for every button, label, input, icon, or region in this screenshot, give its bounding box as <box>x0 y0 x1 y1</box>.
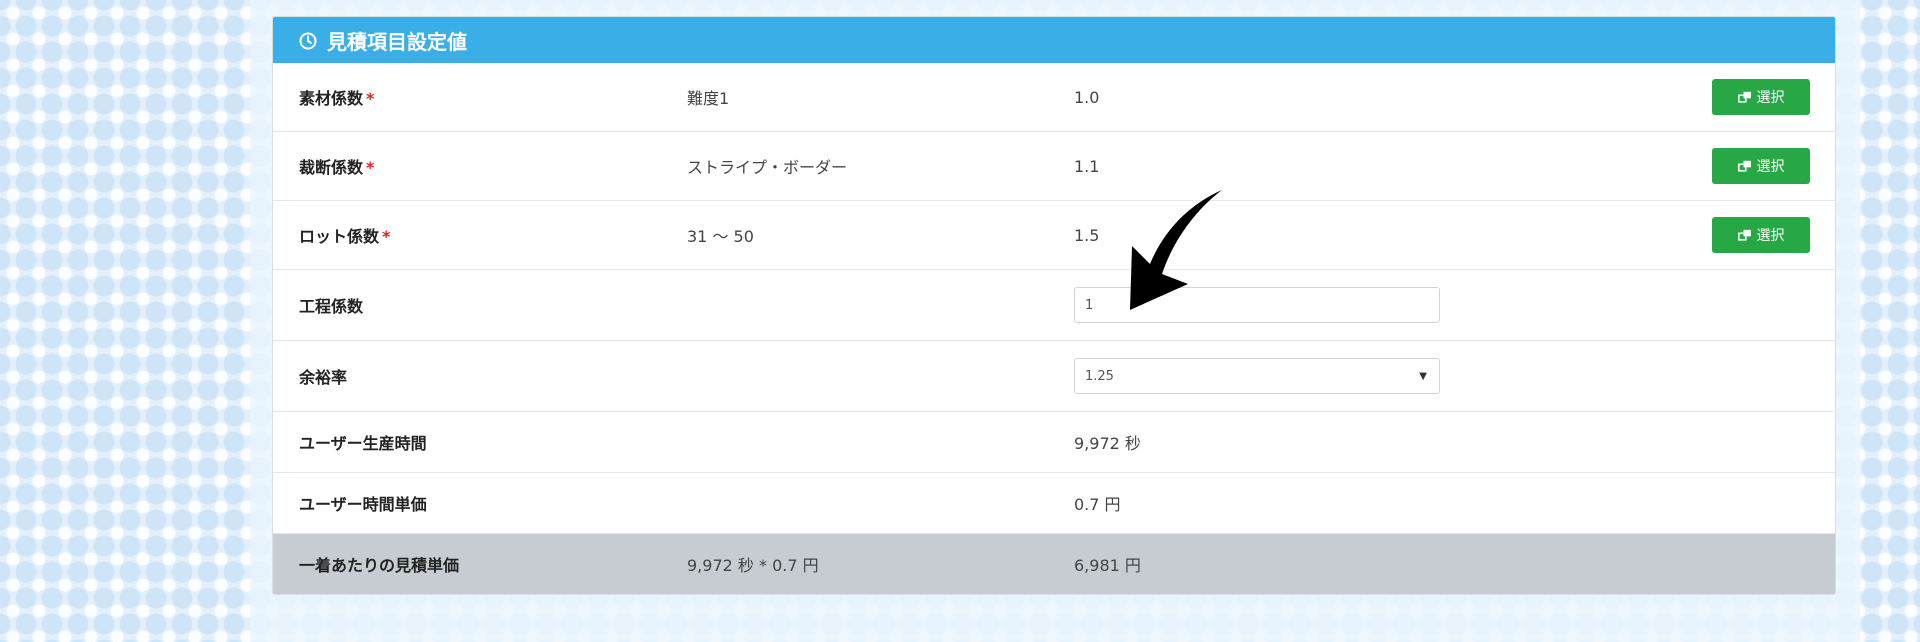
row-label: ロット係数 * <box>299 227 391 246</box>
required-mark: * <box>382 227 391 246</box>
select-lot-button[interactable]: 選択 <box>1712 217 1810 253</box>
row-label: ユーザー時間単価 <box>299 495 427 514</box>
row-description: 9,972 秒 * 0.7 円 <box>687 556 819 575</box>
row-label: 裁断係数 * <box>299 158 375 177</box>
row-cutting-coefficient: 裁断係数 * ストライプ・ボーダー 1.1 選択 <box>273 132 1835 201</box>
row-label: 素材係数 * <box>299 89 375 108</box>
panel-title: 見積項目設定値 <box>327 29 467 54</box>
row-value: 1.0 <box>1074 87 1100 107</box>
windows-icon <box>1737 160 1751 172</box>
row-description: ストライプ・ボーダー <box>687 158 848 177</box>
required-mark: * <box>366 89 375 108</box>
row-material-coefficient: 素材係数 * 難度1 1.0 選択 <box>273 63 1835 132</box>
row-description: 31 ～ 50 <box>687 227 754 246</box>
clock-icon <box>299 31 317 50</box>
row-lot-coefficient: ロット係数 * 31 ～ 50 1.5 選択 <box>273 201 1835 270</box>
row-value: 6,981 円 <box>1074 556 1141 575</box>
panel-header: 見積項目設定値 <box>273 17 1835 63</box>
row-value: 0.7 円 <box>1074 495 1121 514</box>
row-label: 工程係数 <box>299 297 364 316</box>
row-label: ユーザー生産時間 <box>299 434 427 453</box>
annotation-arrow-icon <box>1130 190 1222 310</box>
estimate-settings-panel: 見積項目設定値 素材係数 * 難度1 1.0 選択 裁断係数 * ストライプ・ボーダ… <box>272 16 1836 595</box>
windows-icon <box>1737 229 1751 241</box>
row-process-coefficient: 工程係数 <box>273 270 1835 341</box>
row-unit-estimate-total: 一着あたりの見積単価 9,972 秒 * 0.7 円 6,981 円 <box>273 534 1835 594</box>
row-description: 難度1 <box>687 89 730 108</box>
row-value: 9,972 秒 <box>1074 434 1141 453</box>
row-value: 1.5 <box>1074 225 1100 245</box>
row-user-production-time: ユーザー生産時間 9,972 秒 <box>273 412 1835 473</box>
row-label: 余裕率 <box>299 368 348 387</box>
caret-down-icon: ▼ <box>1419 370 1427 382</box>
select-material-button[interactable]: 選択 <box>1712 79 1810 115</box>
required-mark: * <box>366 158 375 177</box>
row-margin-rate: 余裕率 1.25 ▼ <box>273 341 1835 412</box>
row-user-hourly-rate: ユーザー時間単価 0.7 円 <box>273 473 1835 534</box>
margin-rate-select[interactable]: 1.25 ▼ <box>1074 358 1440 394</box>
row-value: 1.1 <box>1074 156 1100 176</box>
windows-icon <box>1737 91 1751 103</box>
row-label: 一着あたりの見積単価 <box>299 556 460 575</box>
select-cutting-button[interactable]: 選択 <box>1712 148 1810 184</box>
